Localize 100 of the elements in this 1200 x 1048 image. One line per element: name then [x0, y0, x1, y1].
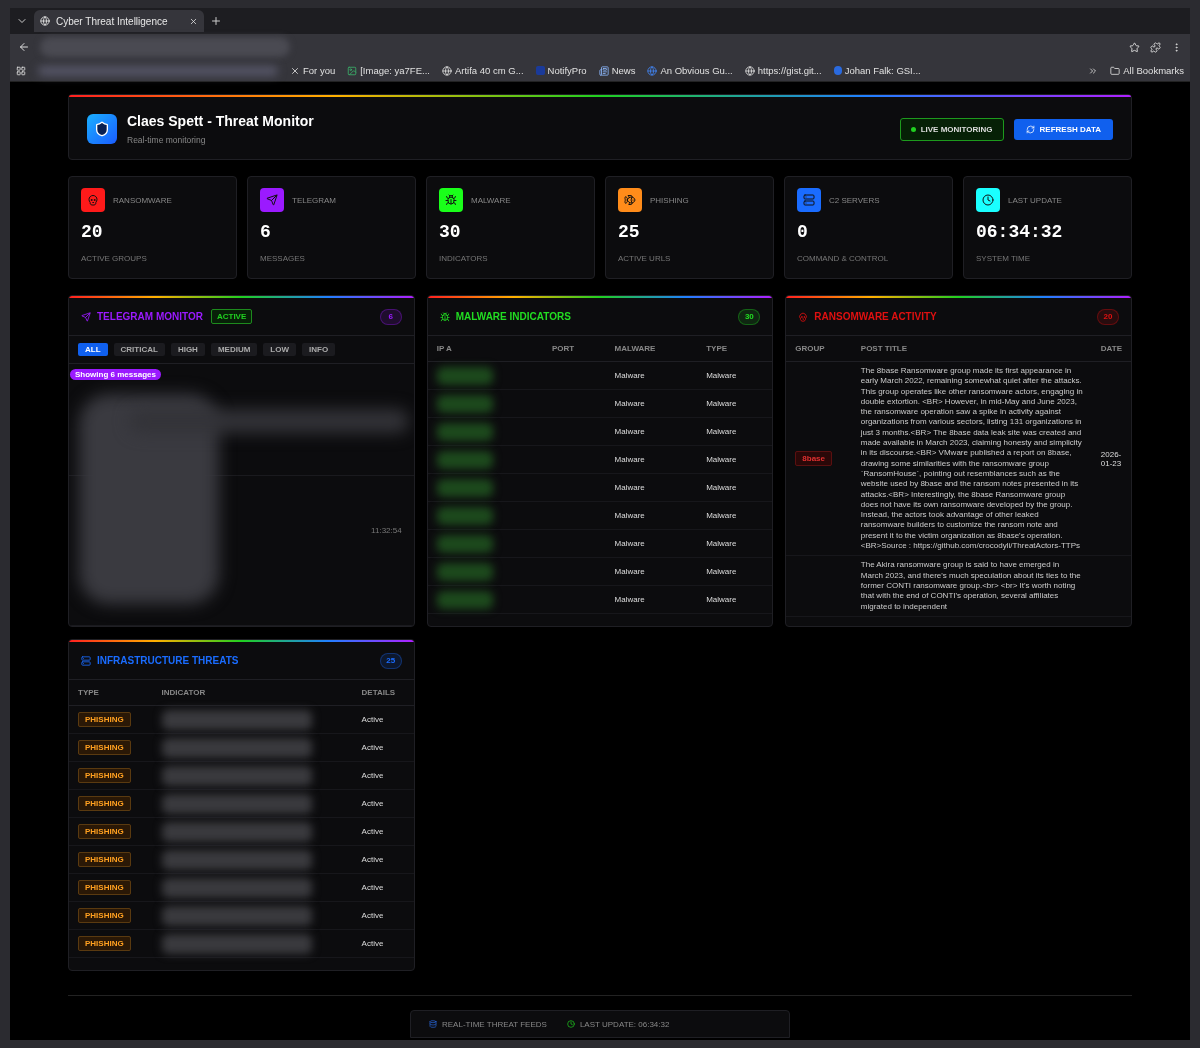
column-header: GROUP: [786, 336, 852, 362]
globe-icon: [40, 16, 50, 26]
footer-feeds-text: REAL-TIME THREAT FEEDS: [429, 1019, 547, 1029]
table-cell: Active: [352, 845, 414, 874]
table-cell: Malware: [605, 361, 698, 390]
column-header: TYPE: [69, 680, 153, 706]
stat-caption: ACTIVE GROUPS: [81, 254, 148, 263]
shield-logo-icon: [87, 114, 117, 144]
table-cell: Malware: [605, 417, 698, 446]
close-tab-icon[interactable]: [189, 16, 198, 26]
table-cell: Malware: [697, 585, 773, 614]
x-logo-icon: [290, 65, 300, 76]
type-tag: PHISHING: [78, 852, 131, 867]
blurred-ip: [436, 422, 493, 441]
refresh-data-button[interactable]: REFRESH DATA: [1013, 118, 1113, 140]
tab-title: Cyber Threat Intelligence: [56, 15, 169, 27]
stat-value: 0: [797, 222, 809, 242]
count-badge: 20: [1097, 308, 1119, 325]
newspaper-icon: [598, 65, 609, 76]
filter-tab[interactable]: ALL: [78, 343, 108, 356]
status-badge: ACTIVE: [210, 309, 253, 324]
bookmark-link[interactable]: https://gist.git...: [744, 65, 822, 76]
stat-caption: ACTIVE URLS: [618, 254, 672, 263]
type-tag: PHISHING: [78, 740, 131, 755]
blurred-ip: [436, 478, 493, 497]
dashboard-subtitle: Real-time monitoring: [127, 135, 207, 145]
filter-tab[interactable]: CRITICAL: [113, 343, 165, 356]
table-cell: Malware: [697, 557, 773, 586]
table-cell: Active: [352, 761, 414, 790]
table-cell: Active: [352, 873, 414, 902]
table-cell: Malware: [697, 445, 773, 474]
image-icon: [347, 65, 358, 76]
table-cell: Malware: [605, 557, 698, 586]
stat-value: 6: [260, 222, 272, 242]
send-icon: [81, 311, 91, 322]
table-cell: Malware: [697, 529, 773, 558]
bookmark-link[interactable]: For you: [290, 65, 336, 76]
table-cell: Malware: [605, 445, 698, 474]
column-header: MALWARE: [605, 336, 698, 362]
filter-tab[interactable]: HIGH: [170, 343, 205, 356]
filter-tab[interactable]: LOW: [263, 343, 296, 356]
column-header: TYPE: [697, 336, 773, 362]
browser-tab[interactable]: Cyber Threat Intelligence: [34, 10, 204, 32]
bookmark-link[interactable]: News: [598, 65, 636, 76]
table-cell: Malware: [697, 501, 773, 530]
n-logo-icon: [535, 66, 545, 75]
type-tag: PHISHING: [78, 880, 131, 895]
type-tag: PHISHING: [78, 796, 131, 811]
blurred-ip: [436, 590, 493, 609]
all-bookmarks-link[interactable]: All Bookmarks: [1110, 65, 1184, 76]
filter-tab[interactable]: MEDIUM: [210, 343, 258, 356]
stat-value: 25: [618, 222, 641, 242]
folder-icon: [1110, 65, 1121, 76]
globe-icon: [744, 65, 755, 76]
stat-label: LAST UPDATE: [1008, 195, 1062, 205]
extensions-icon[interactable]: [1150, 41, 1161, 53]
stat-label: MALWARE: [471, 195, 511, 205]
skull-icon: [798, 311, 809, 322]
new-tab-icon[interactable]: [210, 15, 222, 27]
table-cell: Malware: [605, 529, 698, 558]
dashboard-title: Claes Spett - Threat Monitor: [127, 113, 314, 129]
table-cell: 2026-01-23: [1100, 449, 1122, 468]
blurred-ip: [436, 562, 493, 581]
more-bookmarks-icon[interactable]: [1088, 65, 1099, 76]
filter-tab[interactable]: INFO: [302, 343, 336, 356]
bookmark-link[interactable]: Johan Falk: GSI...: [833, 65, 921, 76]
ransomware-panel-title: RANSOMWARE ACTIVITY: [798, 311, 937, 322]
table-cell: Active: [352, 817, 414, 846]
column-header: PORT: [542, 336, 606, 362]
type-tag: PHISHING: [78, 768, 131, 783]
stat-caption: COMMAND & CONTROL: [797, 254, 890, 263]
post-text: The 8base Ransomware group made its first appearance in early March 2022, remaining somewhat quiet after the attacks. This group operates like other ransomware actors, engaging in double extortion. <BR> However, in mid-May and June 2023, the ransomware operation saw a spike in activity against organizations from various sectors, listing 131 organizations in just 3 months.<BR> The 8base data leak site was created and made available in March 2023, claiming honesty and simplicity in its discourse.<BR> VMware published a report on 8base, drawing some similarities with the ransomware group `RansomHouse`, pointing out resemblances such as the website used by 8base and the ransom notes presented in its attacks.<BR> Interestingly, the 8base Ransomware group does not have its own ransomware developed by the group. Instead, the actors took advantage of other leaked ransomware builders to customize the ransom note and present it to the victim organization as 8base's operation.<BR>Source : https://github.com/crocodyli/ThreatActors-TTPs: [851, 361, 1092, 556]
table-cell: Active: [352, 929, 414, 958]
malware-panel-title: MALWARE INDICATORS: [439, 311, 571, 322]
column-header: INDICATOR: [152, 680, 353, 706]
bookmark-link[interactable]: NotifyPro: [535, 65, 587, 76]
s-logo-icon: [833, 66, 842, 75]
type-tag: PHISHING: [78, 712, 131, 727]
bookmark-link[interactable]: An Obvious Gu...: [647, 65, 733, 76]
footer-update-text: LAST UPDATE: 06:34:32: [566, 1019, 670, 1029]
column-header: IP A: [427, 336, 543, 362]
apps-grid-icon[interactable]: [16, 65, 26, 76]
stat-label: C2 SERVERS: [829, 195, 880, 205]
bookmark-link[interactable]: Artifa 40 cm G...: [441, 65, 524, 76]
blurred-ip: [436, 394, 493, 413]
table-cell: Malware: [697, 361, 773, 390]
table-cell: Active: [352, 901, 414, 930]
blurred-ip: [436, 534, 493, 553]
type-tag: PHISHING: [78, 824, 131, 839]
table-cell: Active: [352, 705, 414, 734]
back-icon[interactable]: [18, 41, 30, 53]
stat-label: RANSOMWARE: [113, 195, 172, 205]
bookmark-link[interactable]: [Image: ya7FE...: [347, 65, 430, 76]
bookmark-star-icon[interactable]: [1129, 41, 1140, 53]
live-monitoring-badge: LIVE MONITORING: [899, 117, 1004, 141]
count-badge: 6: [379, 308, 402, 325]
telegram-panel-title: TELEGRAM MONITOR: [81, 311, 203, 322]
column-header: DATE: [1091, 336, 1131, 362]
table-cell: Active: [352, 733, 414, 762]
stat-label: TELEGRAM: [292, 195, 336, 205]
